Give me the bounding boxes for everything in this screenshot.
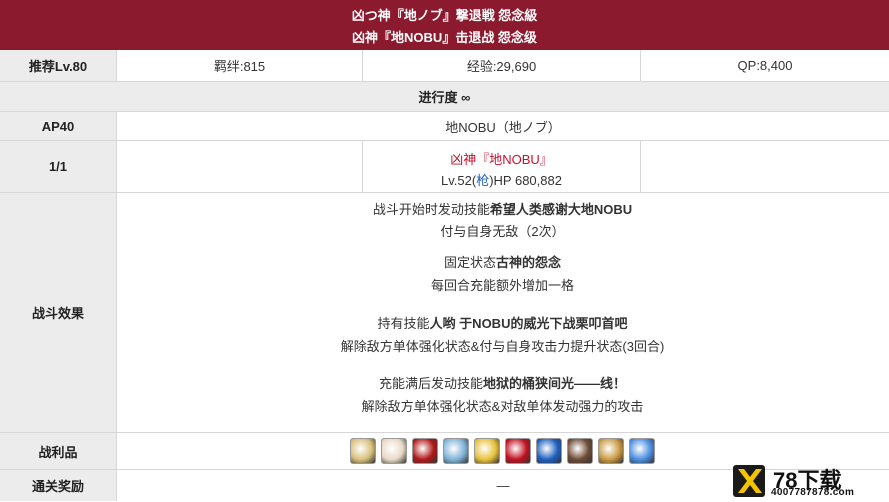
effect-line-5: 持有技能人哟 于NOBU的威光下战栗叩首吧	[116, 313, 889, 332]
exp-value: 经验:29,690	[362, 50, 640, 81]
blue-orb-icon[interactable]	[536, 438, 562, 464]
horn-icon[interactable]	[567, 438, 593, 464]
effect-line-6: 解除敌方单体强化状态&付与自身攻击力提升状态(3回合)	[116, 336, 889, 355]
enemy-level: Lv.52(	[441, 173, 477, 188]
watermark-url: 4007787878.com	[771, 487, 855, 498]
effect-line-3: 固定状态古神的怨念	[116, 252, 889, 271]
portrait-card-icon[interactable]	[381, 438, 407, 464]
effect-text: 解除敌方单体强化状态&付与自身攻击力提升状态(3回合)	[340, 339, 665, 354]
effect-line-1: 战斗开始时发动技能希望人类感谢大地NOBU	[116, 199, 889, 218]
recommended-level-label: 推荐Lv.80	[0, 50, 116, 81]
wave-label: 1/1	[0, 141, 116, 192]
portrait-card-icon[interactable]	[350, 438, 376, 464]
enemy-name: 地NOBU（地ノブ）	[116, 112, 889, 140]
effects-label: 战斗效果	[0, 193, 116, 432]
seed-icon[interactable]	[598, 438, 624, 464]
skill-name: 地狱的桶狭间光——线！	[483, 376, 627, 391]
quest-title-banner: 凶つ神『地ノブ』撃退戦 怨念級 凶神『地NOBU』击退战 怨念级	[0, 0, 889, 50]
effect-text: 解除敌方单体强化状态&对敌单体发动强力的攻击	[361, 399, 644, 414]
quest-title-cn: 凶神『地NOBU』击退战 怨念级	[352, 30, 537, 45]
progress-row: 进行度 ∞	[0, 82, 889, 112]
skill-name: 古神的怨念	[496, 255, 562, 270]
effect-line-4: 每回合充能额外增加一格	[116, 275, 889, 294]
bond-value: 羁绊:815	[116, 50, 362, 81]
skill-name: 希望人类感谢大地NOBU	[489, 202, 633, 217]
progress-label: 进行度 ∞	[418, 90, 471, 105]
effect-text: 付与自身无敌（2次）	[440, 224, 565, 239]
effect-text: 战斗开始时发动技能	[372, 202, 490, 217]
skill-name: 人哟 于NOBU的威光下战栗叩首吧	[429, 316, 628, 331]
blue-lantern-icon[interactable]	[443, 438, 469, 464]
wave-empty-cell-left	[116, 141, 362, 192]
effect-line-7: 充能满后发动技能地狱的桶狭间光——线！	[116, 373, 889, 392]
enemy-class[interactable]: 枪	[476, 173, 489, 188]
clear-reward-label: 通关奖励	[0, 470, 116, 501]
quest-title-jp: 凶つ神『地ノブ』撃退戦 怨念級	[351, 8, 538, 23]
ap-row: AP40 地NOBU（地ノブ）	[0, 112, 889, 141]
ap-cost-label: AP40	[0, 112, 116, 140]
enemy-info-cell: 凶神『地NOBU』 Lv.52(枪)HP 680,882	[362, 141, 640, 192]
qp-value: QP:8,400	[640, 50, 889, 81]
effect-text: 固定状态	[443, 255, 496, 270]
site-watermark-logo: 78下载 4007787878.com	[733, 463, 883, 499]
wave-row: 1/1 凶神『地NOBU』 Lv.52(枪)HP 680,882	[0, 141, 889, 193]
crystal-icon[interactable]	[629, 438, 655, 464]
wave-empty-cell-right	[640, 141, 889, 192]
enemy-title[interactable]: 凶神『地NOBU』	[363, 149, 640, 168]
drops-label: 战利品	[0, 433, 116, 469]
enemy-hp: )HP 680,882	[489, 173, 562, 188]
enemy-stats: Lv.52(枪)HP 680,882	[363, 170, 640, 189]
red-gem-icon[interactable]	[412, 438, 438, 464]
ruby-icon[interactable]	[505, 438, 531, 464]
effect-text: 每回合充能额外增加一格	[430, 278, 574, 293]
effect-text: 持有技能	[377, 316, 430, 331]
effect-line-2: 付与自身无敌（2次）	[116, 221, 889, 240]
effect-line-8: 解除敌方单体强化状态&对敌单体发动强力的攻击	[116, 396, 889, 415]
gold-gear-icon[interactable]	[474, 438, 500, 464]
rewards-row: 推荐Lv.80 羁绊:815 经验:29,690 QP:8,400	[0, 50, 889, 82]
effect-text: 充能满后发动技能	[378, 376, 483, 391]
